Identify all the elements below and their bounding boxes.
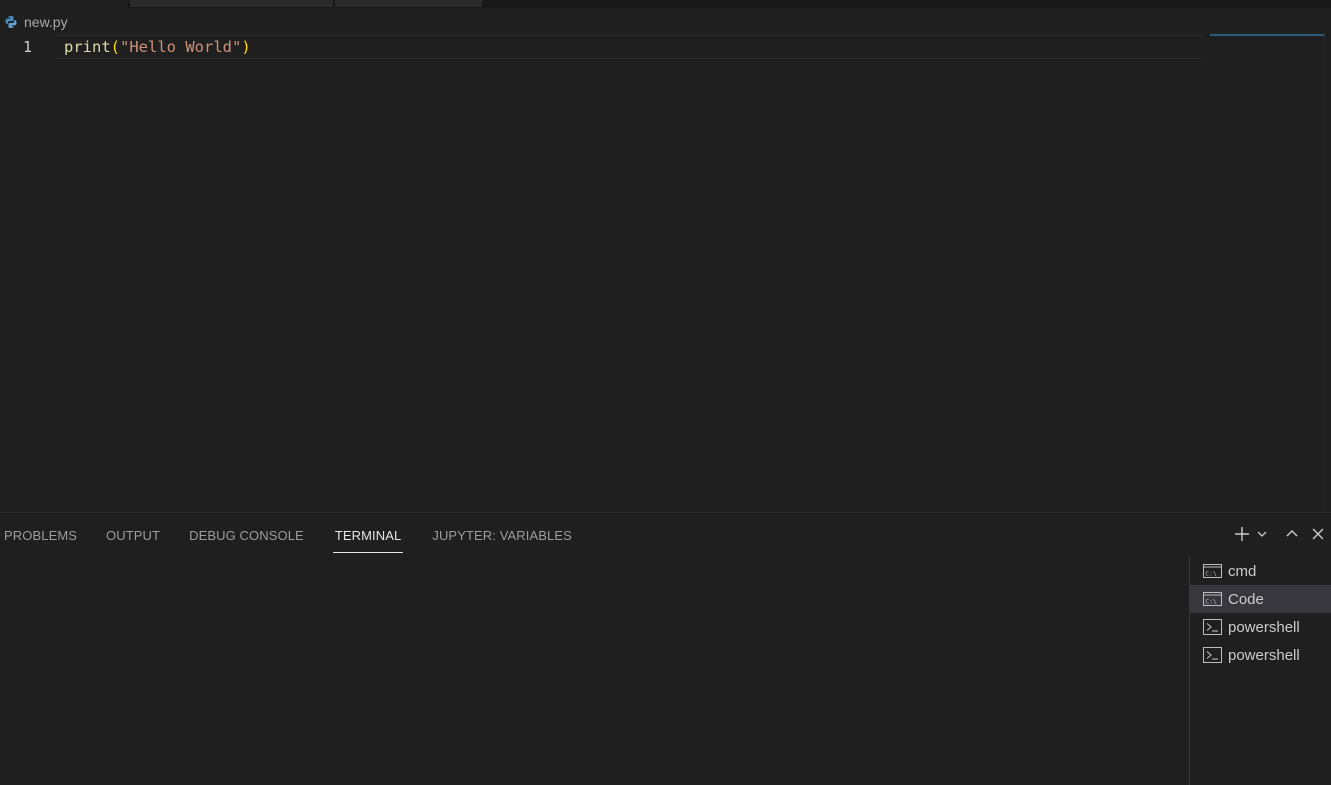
editor-tab-strip [0,0,1331,8]
svg-text:C:\: C:\ [1205,597,1217,605]
terminal-item-powershell[interactable]: powershell [1190,613,1331,641]
terminal-list: C:\ cmd C:\ Code powershell powershell [1189,557,1331,785]
terminal-item-label: powershell [1228,618,1300,636]
new-terminal-button[interactable] [1231,523,1253,549]
breadcrumb-file-name[interactable]: new.py [24,14,68,30]
python-icon [4,15,18,29]
maximize-panel-button[interactable] [1279,523,1305,549]
code-token-paren: ) [241,38,251,56]
minimap-line[interactable] [1210,34,1324,36]
code-line[interactable]: print("Hello World") [64,36,251,58]
cmd-terminal-icon: C:\ [1203,591,1223,607]
chevron-up-icon [1285,527,1299,546]
panel-tab-bar: PROBLEMS OUTPUT DEBUG CONSOLE TERMINAL J… [0,513,597,557]
terminal-item-cmd[interactable]: C:\ cmd [1190,557,1331,585]
cmd-terminal-icon: C:\ [1203,563,1223,579]
tab-debug-console[interactable]: DEBUG CONSOLE [189,513,304,557]
terminal-item-label: Code [1228,590,1264,608]
tab-problems[interactable]: PROBLEMS [4,513,77,557]
terminal-item-label: cmd [1228,562,1257,580]
code-editor[interactable]: 1 print("Hello World") [0,33,1331,512]
breadcrumb[interactable]: new.py [0,11,68,33]
chevron-down-icon [1256,527,1268,545]
close-icon [1311,527,1325,546]
powershell-terminal-icon [1203,619,1223,635]
bottom-panel: PROBLEMS OUTPUT DEBUG CONSOLE TERMINAL J… [0,512,1331,785]
svg-text:C:\: C:\ [1205,569,1217,577]
code-token-function: print [64,38,111,56]
terminal-item-label: powershell [1228,646,1300,664]
plus-icon [1233,525,1251,548]
panel-actions [1231,523,1331,549]
terminal-item-powershell[interactable]: powershell [1190,641,1331,669]
editor-tab[interactable] [335,0,482,7]
tab-jupyter-variables[interactable]: JUPYTER: VARIABLES [432,513,572,557]
line-number: 1 [22,38,32,56]
terminal-item-code[interactable]: C:\ Code [1190,585,1331,613]
code-token-string: "Hello World" [120,38,242,56]
powershell-terminal-icon [1203,647,1223,663]
terminal-profiles-dropdown[interactable] [1253,523,1271,549]
tab-output[interactable]: OUTPUT [106,513,160,557]
close-panel-button[interactable] [1305,523,1331,549]
tab-terminal[interactable]: TERMINAL [332,513,404,557]
active-tab[interactable] [0,0,128,8]
vertical-scrollbar[interactable] [1324,33,1331,512]
code-token-paren: ( [110,38,121,56]
editor-tab[interactable] [130,0,333,7]
